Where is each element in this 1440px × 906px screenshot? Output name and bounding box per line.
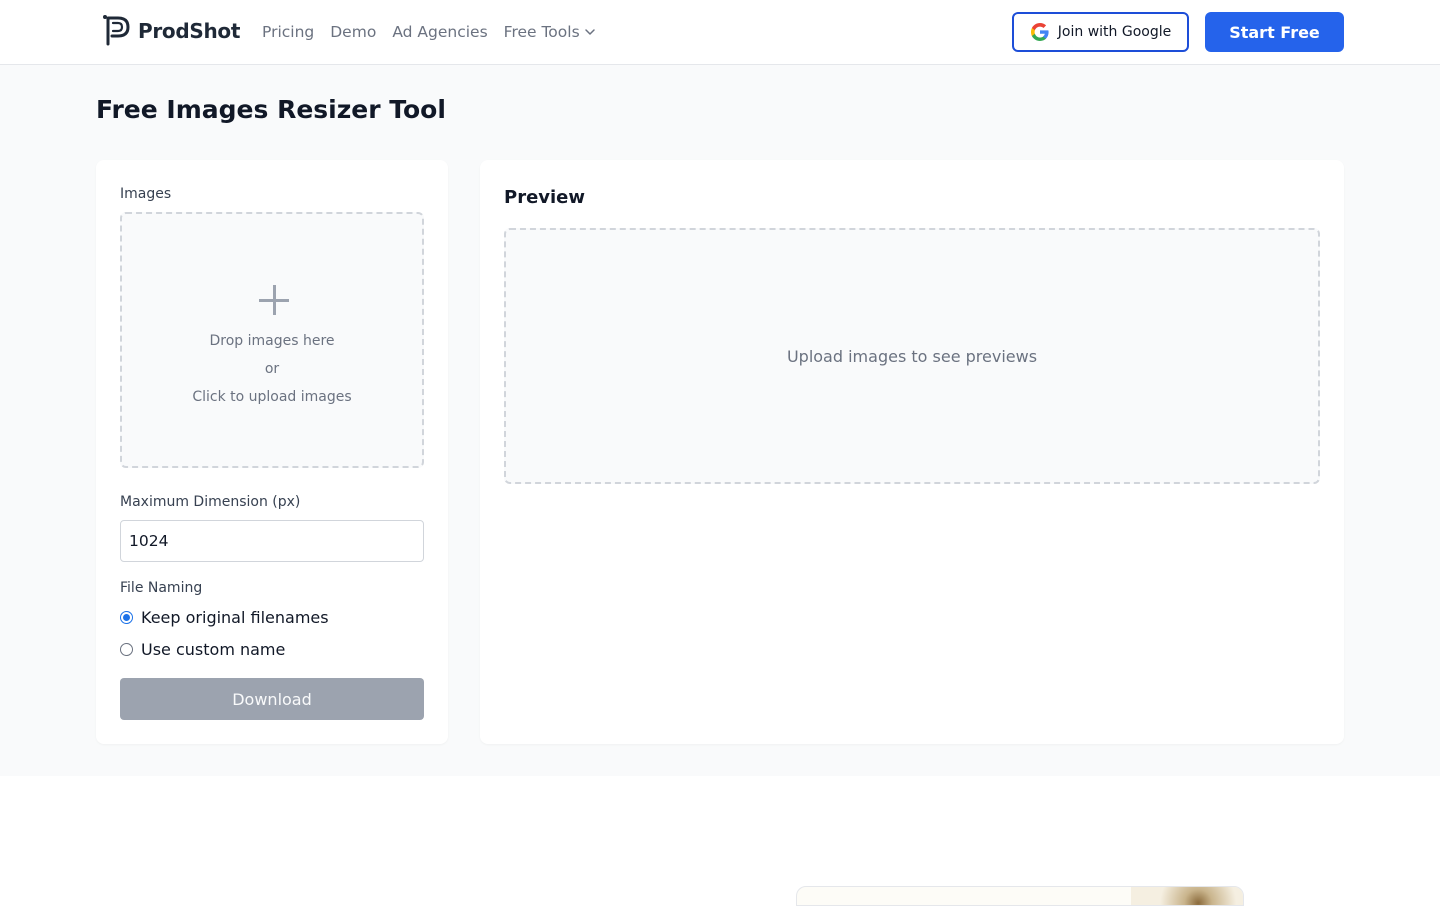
- radio-keep-original-button[interactable]: [120, 610, 133, 624]
- top-navbar: ProdShot Pricing Demo Ad Agencies Free T…: [0, 0, 1440, 65]
- join-with-google-button[interactable]: Join with Google: [1012, 12, 1189, 52]
- nav-free-tools-label: Free Tools: [503, 23, 580, 41]
- start-free-button[interactable]: Start Free: [1205, 12, 1344, 52]
- max-dimension-input[interactable]: [120, 520, 424, 562]
- images-label: Images: [120, 186, 172, 202]
- nav-demo[interactable]: Demo: [330, 23, 376, 41]
- file-naming-label: File Naming: [120, 580, 203, 596]
- main-content: Free Images Resizer Tool Images Drop ima…: [0, 65, 1440, 776]
- showcase-image-peek: [796, 886, 1244, 906]
- brand-name: ProdShot: [138, 19, 241, 43]
- nav-free-tools[interactable]: Free Tools: [504, 23, 596, 41]
- nav-ad-agencies[interactable]: Ad Agencies: [392, 23, 487, 41]
- download-button[interactable]: Download: [120, 678, 424, 720]
- google-icon: [1030, 23, 1049, 41]
- chevron-down-icon: [584, 29, 595, 35]
- dropzone-text-drop: Drop images here: [209, 333, 335, 349]
- radio-custom-name[interactable]: Use custom name: [120, 638, 285, 660]
- nav-pricing[interactable]: Pricing: [262, 23, 314, 41]
- radio-keep-original-label: Keep original filenames: [141, 607, 329, 627]
- preview-title: Preview: [504, 187, 586, 208]
- radio-custom-name-label: Use custom name: [141, 639, 286, 659]
- radio-keep-original[interactable]: Keep original filenames: [120, 606, 329, 628]
- preview-area: Upload images to see previews: [504, 228, 1320, 484]
- showcase-image-decoration: [1131, 887, 1243, 905]
- prodshot-logo-icon: [103, 15, 130, 46]
- plus-icon: [259, 285, 289, 315]
- max-dimension-label: Maximum Dimension (px): [120, 494, 301, 510]
- image-upload-dropzone[interactable]: Drop images here or Click to upload imag…: [120, 212, 424, 468]
- brand-logo[interactable]: ProdShot: [102, 14, 240, 48]
- radio-custom-name-button[interactable]: [120, 642, 133, 656]
- dropzone-text-or: or: [264, 361, 280, 377]
- dropzone-text-click: Click to upload images: [192, 389, 352, 405]
- page-title: Free Images Resizer Tool: [96, 95, 446, 124]
- settings-card: Images Drop images here or Click to uplo…: [96, 160, 448, 744]
- main-nav: Pricing Demo Ad Agencies Free Tools: [262, 20, 596, 44]
- preview-card: Preview Upload images to see previews: [480, 160, 1344, 744]
- join-with-google-label: Join with Google: [1057, 24, 1172, 40]
- preview-empty-text: Upload images to see previews: [786, 346, 1038, 366]
